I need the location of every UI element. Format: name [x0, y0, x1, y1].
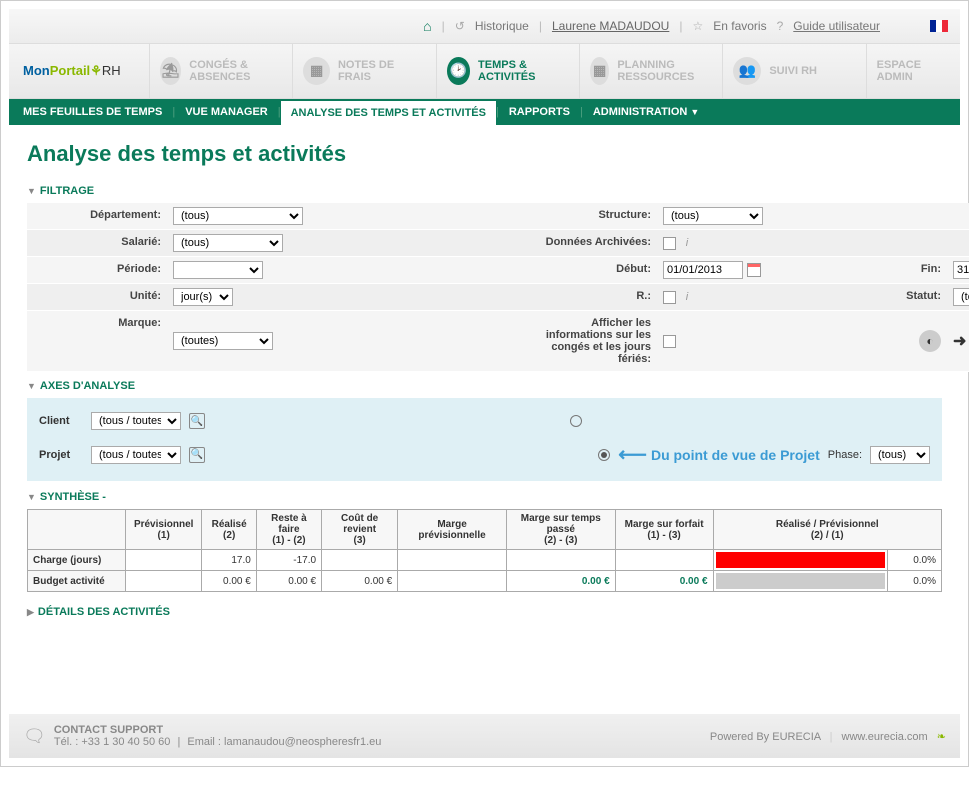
label-projet: Projet — [39, 449, 83, 461]
clock-icon: 🕑 — [447, 57, 470, 85]
select-projet[interactable]: (tous / toutes) — [91, 446, 181, 464]
main-nav: MonPortail⚘RH ⛱CONGÉS & ABSENCES ▦NOTES … — [9, 43, 960, 99]
checkbox-congesinfo[interactable] — [663, 335, 676, 348]
history-icon[interactable]: ↺ — [455, 19, 465, 33]
people-icon: 👥 — [733, 57, 761, 85]
input-debut[interactable] — [663, 261, 743, 279]
select-statut[interactable]: (tous) — [953, 288, 969, 306]
section-filtrage[interactable]: ▼FILTRAGE — [27, 185, 942, 197]
label-marque: Marque: — [27, 311, 167, 372]
leaf-icon: ❧ — [937, 731, 946, 743]
arrow-right-icon: ➜ — [953, 331, 966, 351]
nav-planning[interactable]: ▦PLANNING RESSOURCES — [579, 44, 722, 98]
filter-grid: Département: (tous) Structure: (tous) Sa… — [27, 203, 942, 372]
select-departement[interactable]: (tous) — [173, 207, 303, 225]
checkbox-r[interactable] — [663, 291, 676, 304]
select-salarie[interactable]: (tous) — [173, 234, 283, 252]
search-icon[interactable]: 🔍 — [189, 413, 205, 429]
favoris-link[interactable]: En favoris — [713, 19, 766, 33]
history-link[interactable]: Historique — [475, 19, 529, 33]
tab-administration[interactable]: ADMINISTRATION ▼ — [583, 99, 710, 125]
guide-link[interactable]: Guide utilisateur — [793, 19, 880, 33]
flag-fr-icon[interactable] — [930, 20, 948, 32]
page-title: Analyse des temps et activités — [27, 141, 942, 167]
help-icon: ? — [777, 19, 784, 33]
label-salarie: Salarié: — [27, 230, 167, 257]
nav-notes[interactable]: ▦NOTES DE FRAIS — [292, 44, 435, 98]
select-periode[interactable] — [173, 261, 263, 279]
arrow-left-icon: ⟵ — [618, 442, 647, 467]
radio-client-pov[interactable] — [570, 415, 582, 427]
collapse-icon: ▼ — [27, 381, 36, 391]
label-donnees: Données Archivées: — [517, 230, 657, 257]
select-structure[interactable]: (tous) — [663, 207, 763, 225]
table-row: Charge (jours) 17.0 -17.0 0.0% — [28, 550, 942, 571]
gauge-icon[interactable]: ◐ — [919, 330, 941, 352]
label-statut: Statut: — [837, 284, 947, 311]
info-icon[interactable]: i — [680, 236, 694, 250]
vacation-icon: ⛱ — [160, 57, 181, 85]
expand-icon: ▶ — [27, 607, 34, 618]
table-row: Budget activité 0.00 € 0.00 € 0.00 € 0.0… — [28, 571, 942, 592]
nav-suivi[interactable]: 👥SUIVI RH — [722, 44, 865, 98]
label-structure: Structure: — [517, 203, 657, 230]
support-icon: 🗨 — [23, 726, 46, 747]
nav-conges[interactable]: ⛱CONGÉS & ABSENCES — [149, 44, 292, 98]
input-fin[interactable] — [953, 261, 969, 279]
label-fin: Fin: — [837, 257, 947, 284]
footer: 🗨 CONTACT SUPPORT Tél. : +33 1 30 40 50 … — [9, 714, 960, 758]
label-r: R.: — [517, 284, 657, 311]
select-phase[interactable]: (tous) — [870, 446, 930, 464]
section-axes[interactable]: ▼AXES D'ANALYSE — [27, 380, 942, 392]
calendar-icon[interactable] — [747, 263, 761, 277]
select-unite[interactable]: jour(s) — [173, 288, 233, 306]
calendar-icon: ▦ — [590, 57, 609, 85]
label-periode: Période: — [27, 257, 167, 284]
label-client: Client — [39, 415, 83, 427]
radio-projet-pov[interactable] — [598, 449, 610, 461]
sub-nav: MES FEUILLES DE TEMPS | VUE MANAGER | AN… — [9, 99, 960, 125]
powered-by: Powered By EURECIA — [710, 731, 821, 743]
collapse-icon: ▼ — [27, 186, 36, 196]
checkbox-archivees[interactable] — [663, 237, 676, 250]
home-icon[interactable]: ⌂ — [423, 18, 431, 34]
tab-rapports[interactable]: RAPPORTS — [499, 99, 580, 125]
nav-espace[interactable]: ESPACE ADMIN — [866, 44, 960, 98]
synthese-table: Prévisionnel (1) Réalisé (2) Reste à fai… — [27, 509, 942, 592]
contact-support: CONTACT SUPPORT — [54, 724, 382, 736]
tab-analyse[interactable]: ANALYSE DES TEMPS ET ACTIVITÉS — [281, 101, 496, 125]
user-link[interactable]: Laurene MADAUDOU — [552, 19, 669, 33]
search-icon[interactable]: 🔍 — [189, 447, 205, 463]
label-congesinfo: Afficher les informations sur les congés… — [517, 311, 657, 372]
chevron-down-icon: ▼ — [690, 107, 699, 117]
pov-indicator: ⟵Du point de vue de Projet — [618, 442, 819, 467]
section-synthese[interactable]: ▼SYNTHÈSE - — [27, 491, 942, 503]
info-icon[interactable]: i — [680, 290, 694, 304]
afficher-button[interactable]: ➜AFFICHER — [953, 331, 969, 351]
star-icon: ☆ — [692, 19, 703, 33]
expense-icon: ▦ — [303, 57, 330, 85]
axes-panel: Client (tous / toutes) 🔍 Projet (tous / … — [27, 398, 942, 481]
label-departement: Département: — [27, 203, 167, 230]
topbar: ⌂ | ↺ Historique | Laurene MADAUDOU | ☆ … — [9, 9, 960, 43]
section-details[interactable]: ▶DÉTAILS DES ACTIVITÉS — [27, 606, 942, 618]
tab-mes-feuilles[interactable]: MES FEUILLES DE TEMPS — [13, 99, 172, 125]
label-unite: Unité: — [27, 284, 167, 311]
bar-budget — [716, 573, 885, 589]
support-email[interactable]: lamanaudou@neospheresfr1.eu — [224, 736, 381, 748]
label-phase: Phase: — [828, 449, 862, 461]
eurecia-link[interactable]: www.eurecia.com — [842, 731, 928, 743]
select-client[interactable]: (tous / toutes) — [91, 412, 181, 430]
label-debut: Début: — [517, 257, 657, 284]
collapse-icon: ▼ — [27, 492, 36, 502]
logo[interactable]: MonPortail⚘RH — [9, 55, 149, 87]
tab-vue-manager[interactable]: VUE MANAGER — [175, 99, 278, 125]
nav-temps[interactable]: 🕑TEMPS & ACTIVITÉS — [436, 44, 579, 98]
bar-charge — [716, 552, 885, 568]
select-marque[interactable]: (toutes) — [173, 332, 273, 350]
